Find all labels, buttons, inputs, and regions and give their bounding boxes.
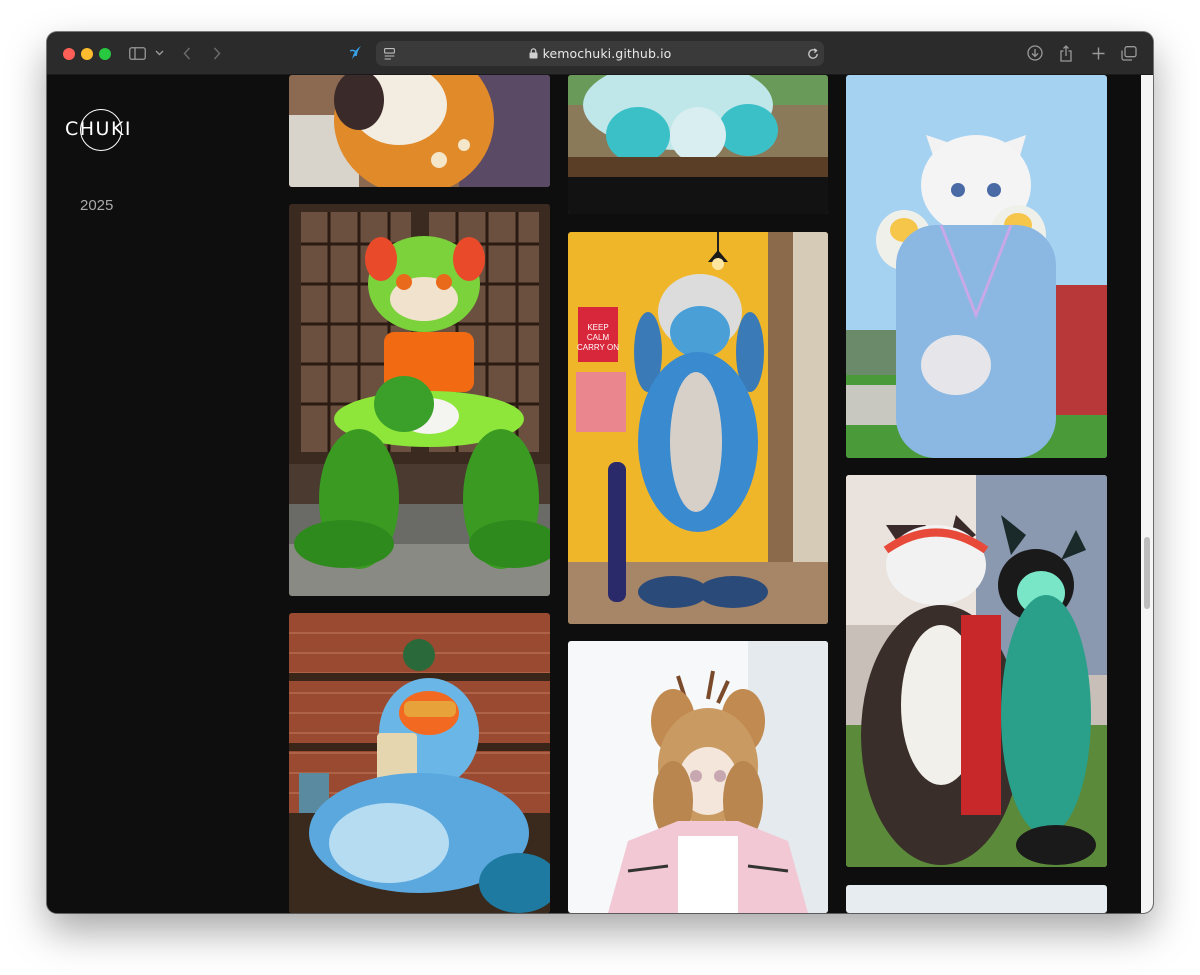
reload-icon[interactable]: [806, 45, 820, 62]
gallery-photo[interactable]: [289, 204, 550, 596]
forward-icon[interactable]: [210, 43, 224, 63]
gallery-photo[interactable]: [568, 75, 828, 214]
address-bar[interactable]: kemochuki.github.io: [376, 41, 824, 66]
svg-text:CALM: CALM: [587, 333, 610, 342]
gallery-photo[interactable]: [289, 75, 550, 187]
gallery-photo[interactable]: [846, 885, 1107, 913]
site-favicon-icon: [348, 43, 364, 63]
scrollbar-thumb[interactable]: [1144, 537, 1150, 609]
svg-text:CARRY ON: CARRY ON: [577, 343, 619, 352]
sidebar-toggle-icon[interactable]: [128, 43, 146, 63]
url-text: kemochuki.github.io: [542, 46, 672, 61]
scrollbar[interactable]: [1141, 75, 1153, 913]
gallery-photo[interactable]: [846, 75, 1107, 458]
share-icon[interactable]: [1058, 43, 1074, 63]
lock-icon: [529, 48, 538, 59]
site-logo[interactable]: CHUKI: [65, 108, 145, 152]
chevron-down-icon[interactable]: [153, 43, 165, 63]
svg-text:KEEP: KEEP: [587, 323, 608, 332]
gallery-photo[interactable]: [568, 641, 828, 913]
gallery-photo[interactable]: [846, 475, 1107, 867]
tab-overview-icon[interactable]: [1120, 43, 1138, 63]
gallery-photo[interactable]: [289, 613, 550, 913]
zoom-window-button[interactable]: [99, 48, 111, 60]
browser-toolbar: kemochuki.github.io: [47, 32, 1153, 75]
new-tab-icon[interactable]: [1090, 43, 1106, 63]
web-page: CHUKI 2025 KEEP CALM CARRY ON: [47, 75, 1153, 913]
minimize-window-button[interactable]: [81, 48, 93, 60]
nav-item-year[interactable]: 2025: [80, 197, 113, 214]
logo-text: CHUKI: [65, 118, 133, 140]
browser-window: kemochuki.github.io CHUKI 2025 KEEP CALM…: [47, 32, 1153, 913]
close-window-button[interactable]: [63, 48, 75, 60]
back-icon[interactable]: [180, 43, 194, 63]
gallery-photo[interactable]: KEEP CALM CARRY ON: [568, 232, 828, 624]
downloads-icon[interactable]: [1026, 43, 1044, 63]
